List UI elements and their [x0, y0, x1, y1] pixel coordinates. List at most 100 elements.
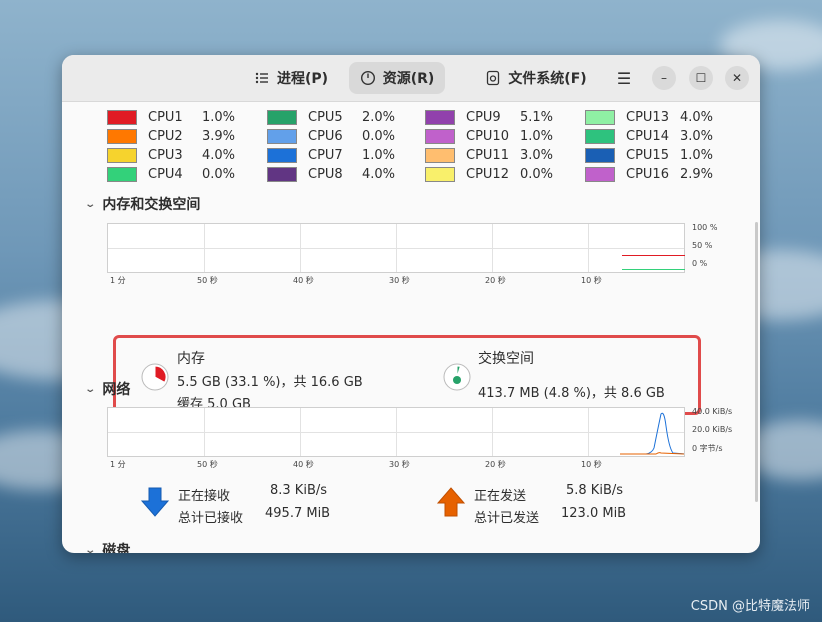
cpu-color-swatch[interactable]: [425, 128, 455, 144]
memory-usage-line: [622, 255, 685, 256]
cpu-color-swatch[interactable]: [267, 166, 297, 182]
y-tick: 0 字节/s: [692, 444, 723, 453]
cpu-legend-item[interactable]: CPU2 3.9%: [107, 127, 235, 145]
x-tick: 10 秒: [581, 460, 602, 469]
cpu-usage-value: 1.0%: [202, 109, 236, 125]
cpu-color-swatch[interactable]: [425, 109, 455, 125]
cpu-usage-value: 0.0%: [362, 128, 396, 144]
cpu-color-swatch[interactable]: [267, 128, 297, 144]
x-tick: 20 秒: [485, 276, 506, 285]
cpu-legend-item[interactable]: CPU13 4.0%: [585, 108, 713, 126]
network-history-graph: [107, 407, 685, 457]
cpu-usage-value: 2.9%: [680, 166, 714, 182]
section-disk[interactable]: ⌄ 磁盘: [84, 540, 131, 553]
x-tick: 50 秒: [197, 276, 218, 285]
minimize-icon: –: [661, 71, 667, 85]
network-traffic-curves: [620, 412, 684, 455]
x-tick: 1 分: [110, 460, 126, 469]
section-title: 内存和交换空间: [102, 197, 201, 213]
cpu-legend-item[interactable]: CPU6 0.0%: [267, 127, 395, 145]
total-sent-label: 总计已发送: [474, 511, 540, 526]
tab-label: 进程(P): [276, 71, 329, 87]
section-memory-swap[interactable]: ⌄ 内存和交换空间: [84, 194, 201, 214]
download-arrow-icon: [140, 487, 170, 517]
memory-usage-text: 5.5 GB (33.1 %)，共 16.6 GB: [177, 375, 363, 390]
sending-value: 5.8 KiB/s: [566, 483, 624, 498]
chevron-down-icon: ⌄: [84, 383, 97, 395]
y-tick: 100 %: [692, 223, 718, 232]
cpu-legend-item[interactable]: CPU14 3.0%: [585, 127, 713, 145]
cpu-usage-value: 0.0%: [202, 166, 236, 182]
cpu-legend-item[interactable]: CPU1 1.0%: [107, 108, 235, 126]
cpu-color-swatch[interactable]: [107, 166, 137, 182]
cpu-name: CPU6: [308, 128, 343, 144]
swap-pie-icon: [443, 363, 471, 391]
tab-label: 资源(R): [382, 71, 435, 87]
menu-icon: ☰: [616, 68, 632, 88]
cpu-legend-item[interactable]: CPU15 1.0%: [585, 146, 713, 164]
x-tick: 20 秒: [485, 460, 506, 469]
cpu-legend-item[interactable]: CPU3 4.0%: [107, 146, 235, 164]
cpu-legend-item[interactable]: CPU16 2.9%: [585, 165, 713, 183]
cpu-legend-item[interactable]: CPU9 5.1%: [425, 108, 553, 126]
cpu-legend-item[interactable]: CPU4 0.0%: [107, 165, 235, 183]
total-received-label: 总计已接收: [178, 511, 244, 526]
cpu-name: CPU2: [148, 128, 183, 144]
header-bar: 进程(P) 资源(R) 文件系统(F) ☰ – ☐ ✕: [62, 55, 760, 102]
memory-history-graph: [107, 223, 685, 273]
cpu-usage-value: 1.0%: [520, 128, 554, 144]
tab-processes[interactable]: 进程(P): [246, 62, 336, 94]
minimize-button[interactable]: –: [652, 66, 676, 90]
upload-arrow-icon: [436, 487, 466, 517]
cpu-usage-value: 4.0%: [680, 109, 714, 125]
scrollbar[interactable]: [755, 222, 758, 502]
maximize-button[interactable]: ☐: [689, 66, 713, 90]
system-monitor-window: 进程(P) 资源(R) 文件系统(F) ☰ – ☐ ✕ CPU1 1.0% CPU2…: [62, 55, 760, 553]
cpu-name: CPU9: [466, 109, 501, 125]
cpu-legend-item[interactable]: CPU5 2.0%: [267, 108, 395, 126]
section-title: 网络: [102, 382, 131, 398]
cpu-name: CPU14: [626, 128, 669, 144]
cpu-usage-value: 4.0%: [362, 166, 396, 182]
cpu-usage-value: 0.0%: [520, 166, 554, 182]
section-title: 磁盘: [102, 543, 131, 553]
close-button[interactable]: ✕: [725, 66, 749, 90]
cpu-legend-item[interactable]: CPU12 0.0%: [425, 165, 553, 183]
cpu-color-swatch[interactable]: [585, 166, 615, 182]
cpu-legend-item[interactable]: CPU8 4.0%: [267, 165, 395, 183]
cpu-usage-value: 3.0%: [520, 147, 554, 163]
receiving-label: 正在接收: [178, 489, 231, 504]
cpu-color-swatch[interactable]: [425, 166, 455, 182]
cpu-legend-item[interactable]: CPU7 1.0%: [267, 146, 395, 164]
cpu-legend-item[interactable]: CPU11 3.0%: [425, 146, 553, 164]
x-tick: 50 秒: [197, 460, 218, 469]
disk-icon: [487, 70, 500, 86]
cpu-color-swatch[interactable]: [107, 128, 137, 144]
x-tick: 1 分: [110, 276, 126, 285]
cpu-name: CPU1: [148, 109, 183, 125]
cpu-color-swatch[interactable]: [585, 147, 615, 163]
sending-label: 正在发送: [474, 489, 527, 504]
tab-file-systems[interactable]: 文件系统(F): [480, 62, 592, 94]
cpu-legend-item[interactable]: CPU10 1.0%: [425, 127, 553, 145]
y-tick: 20.0 KiB/s: [692, 425, 733, 434]
main-menu-button[interactable]: ☰: [614, 67, 634, 89]
cpu-color-swatch[interactable]: [267, 147, 297, 163]
y-tick: 50 %: [692, 241, 713, 250]
x-tick: 10 秒: [581, 276, 602, 285]
section-network[interactable]: ⌄ 网络: [84, 379, 131, 399]
cpu-color-swatch[interactable]: [425, 147, 455, 163]
x-tick: 40 秒: [293, 276, 314, 285]
cpu-color-swatch[interactable]: [107, 109, 137, 125]
cpu-color-swatch[interactable]: [585, 128, 615, 144]
list-icon: [255, 72, 268, 84]
cpu-usage-value: 1.0%: [362, 147, 396, 163]
cpu-color-swatch[interactable]: [267, 109, 297, 125]
close-icon: ✕: [731, 71, 743, 85]
cpu-color-swatch[interactable]: [107, 147, 137, 163]
watermark: CSDN @比特魔法师: [690, 599, 810, 614]
tab-resources[interactable]: 资源(R): [349, 62, 445, 94]
cpu-color-swatch[interactable]: [585, 109, 615, 125]
cpu-name: CPU3: [148, 147, 183, 163]
x-tick: 30 秒: [389, 276, 410, 285]
